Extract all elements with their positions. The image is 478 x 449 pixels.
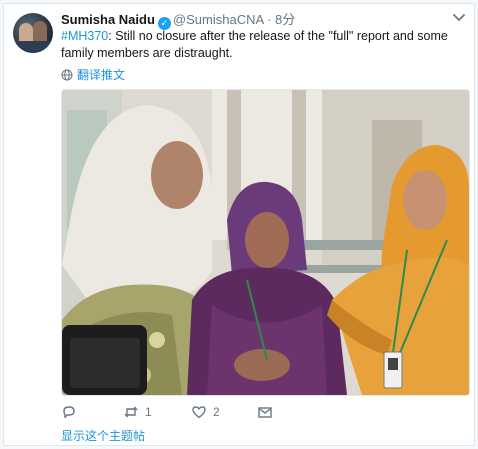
tweet-timestamp[interactable]: 8分: [275, 12, 295, 27]
tweet-photo[interactable]: [61, 89, 470, 396]
tweet-actions: 1 2: [61, 403, 273, 421]
tweet-body: : Still no closure after the release of …: [61, 29, 448, 60]
separator: ·: [267, 12, 272, 27]
avatar[interactable]: [13, 13, 53, 53]
retweet-button[interactable]: 1: [123, 404, 191, 420]
author-name[interactable]: Sumisha Naidu: [61, 12, 155, 27]
reply-button[interactable]: [61, 404, 123, 420]
retweet-icon: [124, 406, 138, 418]
show-thread-link[interactable]: 显示这个主题帖: [61, 428, 145, 444]
translate-label: 翻译推文: [77, 68, 126, 82]
globe-icon: [61, 69, 73, 81]
hashtag-link[interactable]: #MH370: [61, 29, 108, 43]
tweet-card[interactable]: Sumisha Naidu ✓ @SumishaCNA · 8分 #MH370: S…: [3, 3, 475, 446]
heart-icon: [192, 406, 206, 419]
direct-message-button[interactable]: [257, 404, 273, 420]
translate-tweet-link[interactable]: 翻译推文: [61, 67, 125, 83]
like-button[interactable]: 2: [191, 404, 257, 420]
reply-icon: [63, 406, 75, 419]
photo-image: [62, 90, 469, 395]
tweet-text: #MH370: Still no closure after the relea…: [61, 28, 471, 62]
author-handle[interactable]: @SumishaCNA: [173, 12, 264, 27]
tweet-header: Sumisha Naidu ✓ @SumishaCNA · 8分: [61, 11, 295, 30]
like-count: 2: [213, 405, 220, 419]
chevron-down-icon[interactable]: [452, 11, 466, 25]
envelope-icon: [258, 407, 272, 418]
retweet-count: 1: [145, 405, 152, 419]
